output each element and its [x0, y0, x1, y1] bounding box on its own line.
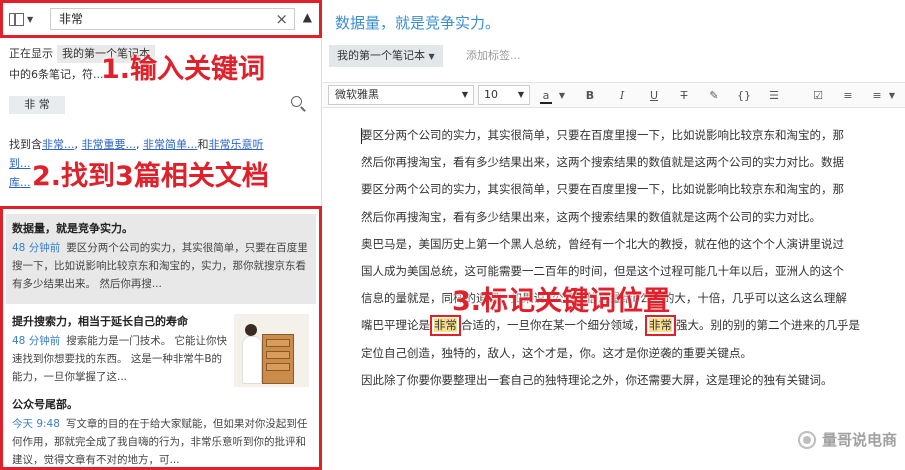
search-query: 非常	[59, 12, 84, 26]
watermark-logo-icon	[797, 430, 816, 449]
notebook-list-icon	[9, 12, 24, 26]
text-segment: 强大。别的别的第二个进来的几乎是	[676, 318, 860, 333]
result-title: 公众号尾部。	[12, 398, 78, 411]
search-result-item[interactable]: 公众号尾部。 今天 9:48 写文章的目的在于给大家赋能，但如果对你没起到任何作用…	[6, 390, 316, 467]
keyword-mark: 非常	[434, 318, 457, 333]
paragraph: 因此除了你要你要整理出一套自己的独特理论之外，你还需要大屏，这是理论的独有关键词…	[361, 372, 833, 387]
chevron-down-icon: ▼	[428, 52, 435, 61]
paragraph: 奥巴马是，美国历史上第一个黑人总统，曾经有一个北大的教授，就在他的这个个人演讲里…	[361, 236, 844, 251]
highlighter-icon[interactable]: ✎	[705, 86, 723, 106]
result-snippet: 今天 9:48 写文章的目的在于给大家赋能，但如果对你没起到任何作用，那就完全成了…	[12, 415, 312, 467]
notebook-button-label: 我的第一个笔记本	[337, 49, 425, 62]
result-time: 48 分钟前	[12, 335, 61, 347]
magnifier-handle	[300, 106, 306, 112]
italic-icon[interactable]: I	[613, 86, 631, 106]
annotation-step-1: 1.输入关键词	[101, 54, 266, 85]
paragraph: 定位自己创造，独特的，敌人，这个才是，你。这才是你逆袭的重要关键点。	[361, 345, 752, 360]
color-bar	[540, 102, 552, 104]
found-prefix: 找到含	[9, 138, 42, 151]
search-results-list: 数据量，就是竞争实力。 48 分钟前 要区分两个公司的实力，其实很简单，只要在百度…	[0, 206, 322, 470]
paragraph: 要区分两个公司的实力，其实很简单，只要在百度里搜一下，比如说影响比较京东和淘宝的…	[361, 182, 844, 197]
search-result-item[interactable]: 提升搜索力，相当于延长自己的寿命 48 分钟前 搜索能力是一门技术。 它能让你快速…	[6, 307, 316, 387]
result-title: 提升搜索力，相当于延长自己的寿命	[12, 315, 188, 328]
annotation-step-2: 2.找到3篇相关文档	[32, 161, 269, 192]
paragraph: 然后你再搜淘宝，看有多少结果出来，这两个搜索结果的数值就是这两个公司的实力对比。…	[361, 155, 844, 170]
joiner: 和	[197, 138, 209, 151]
magnifier-ring	[291, 96, 302, 107]
notebook-button[interactable]: 我的第一个笔记本 ▼	[329, 45, 443, 67]
format-toolbar: 微软雅黑 ▼ 10 ▼ a ▼ B I U T ✎ {} ☰ ☑ ≡ ≡ ▼	[323, 82, 905, 108]
note-body[interactable]: 要区分两个公司的实力，其实很简单，只要在百度里搜一下，比如说影响比较京东和淘宝的…	[361, 122, 905, 394]
related-keyword-link[interactable]: 非常重要...	[82, 138, 137, 151]
text-segment: 合适的，一旦你在某一个细分领域，	[461, 318, 645, 333]
keyword-chip[interactable]: 非 常	[9, 96, 65, 114]
bold-icon[interactable]: B	[581, 86, 599, 106]
chevron-down-icon: ▼	[461, 90, 468, 99]
font-size-select[interactable]: 10 ▼	[478, 85, 530, 105]
keyword-highlight: 非常	[430, 315, 461, 337]
person-shape	[242, 336, 262, 384]
joiner: ,	[136, 138, 143, 151]
indent-icon[interactable]: ≡	[839, 86, 857, 106]
paragraph: 然后你再搜淘宝，看有多少结果出来，这两个搜索结果的数值就是这两个公司的实力对比。	[361, 209, 821, 224]
text-segment: 嘴巴平理论是	[361, 318, 430, 333]
collapse-search-icon[interactable]: ▲	[303, 10, 312, 24]
related-keyword-link[interactable]: 非常乐意听	[209, 138, 264, 151]
related-keyword-link[interactable]: 非常简单...	[143, 138, 198, 151]
advanced-search-icon[interactable]	[291, 96, 307, 112]
search-result-item[interactable]: 数据量，就是竞争实力。 48 分钟前 要区分两个公司的实力，其实很简单，只要在百度…	[6, 214, 316, 304]
search-input[interactable]: 非常 ×	[50, 8, 295, 30]
clear-search-icon[interactable]: ×	[275, 9, 288, 29]
list-icon[interactable]: ☰	[765, 86, 783, 106]
chevron-down-icon: ▼	[27, 14, 34, 24]
notebook-list-toggle[interactable]: ▼	[9, 10, 45, 28]
keyword-highlight: 非常	[645, 315, 676, 337]
result-snippet: 48 分钟前 要区分两个公司的实力，其实很简单，只要在百度里搜一下，比如说影响比较…	[12, 239, 312, 293]
code-icon[interactable]: {}	[735, 86, 753, 106]
note-editor-pane: 数据量，就是竞争实力。 我的第一个笔记本 ▼ 添加标签... 微软雅黑 ▼ 10…	[323, 0, 905, 470]
result-thumbnail	[234, 314, 309, 387]
joiner: ,	[74, 138, 82, 151]
related-keyword-link[interactable]: 库...	[9, 176, 31, 189]
watermark-text: 量哥说电商	[821, 431, 897, 449]
font-size-value: 10	[484, 88, 498, 101]
keyword-mark: 非常	[649, 318, 672, 333]
note-title[interactable]: 数据量，就是竞争实力。	[335, 12, 500, 33]
checkbox-icon[interactable]: ☑	[809, 86, 827, 106]
strikethrough-icon[interactable]: T	[675, 86, 693, 106]
result-time: 48 分钟前	[12, 242, 61, 254]
result-title: 数据量，就是竞争实力。	[12, 222, 133, 235]
underline-icon[interactable]: U	[645, 86, 663, 106]
scope-prefix: 正在显示	[9, 47, 53, 60]
chevron-down-icon[interactable]: ▼	[883, 86, 901, 106]
related-keyword-link[interactable]: 非常...	[42, 138, 75, 151]
person-head-shape	[245, 324, 257, 336]
annotation-step-3: 3.标记关键词位置	[452, 286, 671, 317]
paragraph: 国人成为美国总统，这可能需要一二百年的时间，但是这个过程可能几十年以后，亚洲人的…	[361, 263, 844, 278]
paragraph: 要区分两个公司的实力，其实很简单，只要在百度里搜一下，比如说影响比较京东和淘宝的…	[361, 128, 844, 142]
watermark: 量哥说电商	[797, 429, 897, 450]
font-family-select[interactable]: 微软雅黑 ▼	[328, 85, 474, 105]
search-bar: ▼ 非常 × ▲	[0, 0, 322, 38]
search-pane: ▼ 非常 × ▲ 正在显示 我的第一个笔记本 中的6条笔记，符... 非 常 找到…	[0, 0, 322, 470]
related-keyword-link[interactable]: 到...	[9, 157, 31, 170]
chevron-down-icon: ▼	[517, 90, 524, 99]
cabinet-shape	[262, 334, 294, 384]
chevron-down-icon[interactable]: ▼	[553, 86, 571, 106]
result-time: 今天 9:48	[12, 418, 60, 430]
font-family-value: 微软雅黑	[335, 88, 379, 101]
add-tag-input[interactable]: 添加标签...	[466, 45, 521, 67]
result-snippet: 48 分钟前 搜索能力是一门技术。 它能让你快速找到你想要找的东西。 这是一种非常…	[12, 332, 232, 386]
